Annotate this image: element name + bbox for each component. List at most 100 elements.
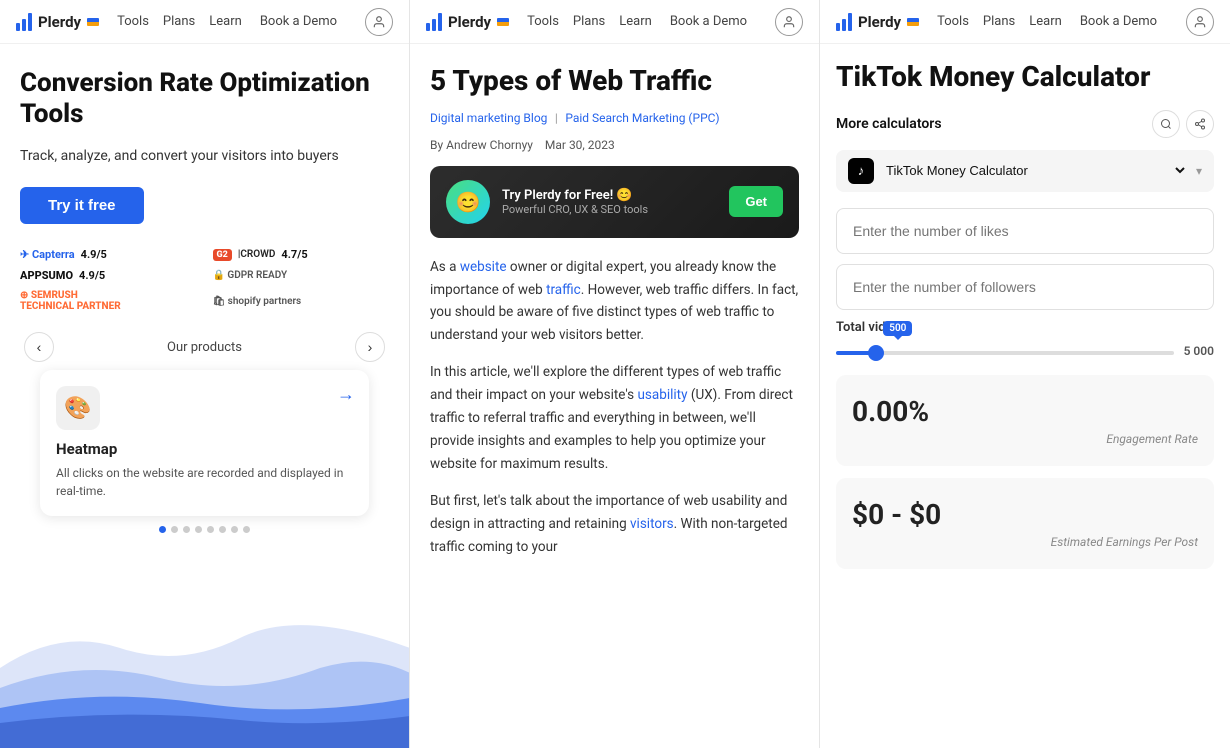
nav-plans-2[interactable]: Plans	[573, 14, 605, 29]
our-products-label: Our products	[167, 340, 242, 355]
traffic-link[interactable]: traffic	[546, 282, 581, 298]
nav-book-demo-3[interactable]: Book a Demo	[1080, 14, 1157, 29]
badges-section: ✈ Capterra 4.9/5 G2 |CROWD 4.7/5 APPSUMO…	[20, 248, 389, 312]
slider-max-value: 5 000	[1184, 344, 1214, 358]
website-link[interactable]: website	[460, 259, 507, 275]
tiktok-icon: ♪	[848, 158, 874, 184]
product-name: Heatmap	[56, 440, 353, 458]
dot-4[interactable]	[195, 526, 202, 533]
dot-2[interactable]	[171, 526, 178, 533]
dot-5[interactable]	[207, 526, 214, 533]
carousel-next-button[interactable]: ›	[355, 332, 385, 362]
dot-8[interactable]	[243, 526, 250, 533]
calc-content: TikTok Money Calculator More calculators	[820, 44, 1230, 601]
dot-1[interactable]	[159, 526, 166, 533]
nav-tools-2[interactable]: Tools	[527, 14, 559, 29]
nav-learn-3[interactable]: Learn	[1029, 14, 1062, 29]
panel-cro: Plerdy Tools Plans Learn Book a Demo Con…	[0, 0, 410, 748]
article-author: By Andrew Chornyy Mar 30, 2023	[430, 138, 799, 152]
visitors-link[interactable]: visitors	[630, 516, 674, 532]
shopify-logo: 🛍 shopify partners	[213, 296, 302, 307]
logo-text-3: Plerdy	[858, 13, 901, 31]
dots-row	[20, 516, 389, 543]
nav-tools-1[interactable]: Tools	[117, 14, 149, 29]
navbar-1: Plerdy Tools Plans Learn Book a Demo	[0, 0, 409, 44]
logo-text: Plerdy	[38, 13, 81, 31]
product-card-arrow[interactable]: →	[337, 384, 355, 405]
nav-learn-1[interactable]: Learn	[209, 14, 242, 29]
carousel-prev-button[interactable]: ‹	[24, 332, 54, 362]
badge-appsumo: APPSUMO 4.9/5	[20, 269, 197, 282]
logo-text-2: Plerdy	[448, 13, 491, 31]
earnings-value: $0 - $0	[852, 498, 1198, 531]
g2-logo: G2	[213, 249, 232, 261]
article-content: 5 Types of Web Traffic Digital marketing…	[410, 44, 819, 593]
dot-7[interactable]	[231, 526, 238, 533]
followers-input[interactable]	[836, 264, 1214, 310]
promo-banner: 😊 Try Plerdy for Free! 😊 Powerful CRO, U…	[430, 166, 799, 238]
usability-link-1[interactable]: usability	[637, 387, 687, 403]
category-link-1[interactable]: Digital marketing Blog	[430, 111, 547, 125]
selector-chevron: ▾	[1196, 164, 1202, 178]
logo-flag-2	[497, 18, 509, 26]
nav-book-demo-1[interactable]: Book a Demo	[260, 14, 337, 29]
appsumo-logo: APPSUMO	[20, 269, 73, 282]
logo-1[interactable]: Plerdy	[16, 13, 99, 31]
slider-tooltip: 500	[883, 321, 912, 336]
more-calculators-label: More calculators	[836, 116, 942, 132]
search-icon-button[interactable]	[1152, 110, 1180, 138]
engagement-rate-box: 0.00% Engagement Rate	[836, 375, 1214, 466]
total-videos-slider[interactable]	[836, 351, 1174, 355]
nav-learn-2[interactable]: Learn	[619, 14, 652, 29]
badge-gdpr: 🔒 GDPR READY	[213, 269, 390, 282]
gdpr-logo: 🔒 GDPR READY	[213, 270, 288, 281]
semrush-logo: ⊕ SEMRUSHTECHNICAL PARTNER	[20, 290, 121, 312]
article-meta: Digital marketing Blog | Paid Search Mar…	[430, 110, 799, 126]
calculator-selector[interactable]: ♪ TikTok Money Calculator ▾	[836, 150, 1214, 192]
nav-user-icon-1[interactable]	[365, 8, 393, 36]
article-para-3: But first, let's talk about the importan…	[430, 490, 799, 559]
hero-subtitle: Track, analyze, and convert your visitor…	[20, 146, 389, 167]
logo-3[interactable]: Plerdy	[836, 13, 919, 31]
calculator-select[interactable]: TikTok Money Calculator	[882, 162, 1188, 179]
dot-6[interactable]	[219, 526, 226, 533]
logo-icon-2	[426, 13, 442, 31]
nav-links-2: Tools Plans Learn	[527, 14, 652, 29]
promo-avatar: 😊	[446, 180, 490, 224]
category-link-2[interactable]: Paid Search Marketing (PPC)	[565, 111, 719, 125]
product-card: → 🎨 Heatmap All clicks on the website ar…	[40, 370, 369, 516]
engagement-rate-value: 0.00%	[852, 395, 1198, 428]
g2-crowd: |CROWD	[238, 249, 276, 260]
meta-separator: |	[555, 111, 558, 125]
badge-capterra: ✈ Capterra 4.9/5	[20, 248, 197, 261]
slider-container: 500	[836, 343, 1174, 359]
nav-user-icon-2[interactable]	[775, 8, 803, 36]
nav-plans-1[interactable]: Plans	[163, 14, 195, 29]
promo-get-button[interactable]: Get	[729, 186, 783, 217]
logo-2[interactable]: Plerdy	[426, 13, 509, 31]
likes-input[interactable]	[836, 208, 1214, 254]
badge-g2: G2 |CROWD 4.7/5	[213, 248, 390, 261]
nav-tools-3[interactable]: Tools	[937, 14, 969, 29]
article-date: Mar 30, 2023	[545, 138, 615, 152]
nav-user-icon-3[interactable]	[1186, 8, 1214, 36]
nav-links-3: Tools Plans Learn	[937, 14, 1062, 29]
nav-book-demo-2[interactable]: Book a Demo	[670, 14, 747, 29]
nav-links-1: Tools Plans Learn	[117, 14, 242, 29]
navbar-2: Plerdy Tools Plans Learn Book a Demo	[410, 0, 819, 44]
capterra-rating: 4.9/5	[81, 248, 107, 261]
nav-plans-3[interactable]: Plans	[983, 14, 1015, 29]
capterra-logo: ✈ Capterra	[20, 248, 75, 261]
product-icon: 🎨	[56, 386, 100, 430]
navbar-3: Plerdy Tools Plans Learn Book a Demo	[820, 0, 1230, 44]
dot-3[interactable]	[183, 526, 190, 533]
share-icon-button[interactable]	[1186, 110, 1214, 138]
article-para-2: In this article, we'll explore the diffe…	[430, 361, 799, 476]
promo-sub: Powerful CRO, UX & SEO tools	[502, 203, 717, 216]
try-free-button[interactable]: Try it free	[20, 187, 144, 224]
earnings-label: Estimated Earnings Per Post	[852, 535, 1198, 549]
g2-rating: 4.7/5	[281, 248, 307, 261]
author-name: By Andrew Chornyy	[430, 138, 533, 152]
logo-flag	[87, 18, 99, 26]
article-para-1: As a website owner or digital expert, yo…	[430, 256, 799, 348]
